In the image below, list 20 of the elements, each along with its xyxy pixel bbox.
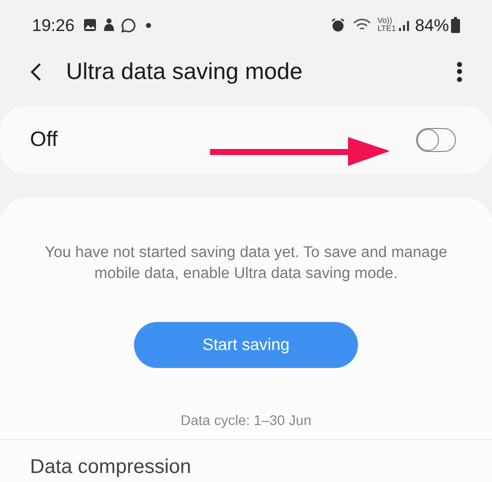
- volte-label: Vo)): [377, 17, 394, 26]
- signal-icon: [398, 19, 411, 32]
- image-icon: [82, 18, 97, 32]
- switch-label: Off: [30, 127, 58, 154]
- more-options-icon[interactable]: [456, 62, 462, 82]
- data-compression-label: Data compression: [30, 455, 192, 480]
- info-message: You have not started saving data yet. To save and manage mobile data, enable Ultra data saving mode.: [44, 243, 448, 284]
- battery-icon: [451, 17, 460, 34]
- toggle-switch[interactable]: [416, 128, 456, 152]
- chat-icon: [120, 18, 136, 33]
- dot-icon: [146, 22, 151, 28]
- alarm-icon: [331, 18, 346, 32]
- battery-percent: 84%: [414, 14, 449, 37]
- figure-icon: [102, 18, 115, 32]
- page-title: Ultra data saving mode: [66, 57, 303, 86]
- lte-label: LTE1: [377, 25, 396, 34]
- wifi-icon: [353, 18, 372, 32]
- data-cycle-text: Data cycle: 1–30 Jun: [180, 411, 312, 430]
- status-time: 19:26: [32, 14, 75, 37]
- start-saving-button[interactable]: Start saving: [134, 322, 358, 368]
